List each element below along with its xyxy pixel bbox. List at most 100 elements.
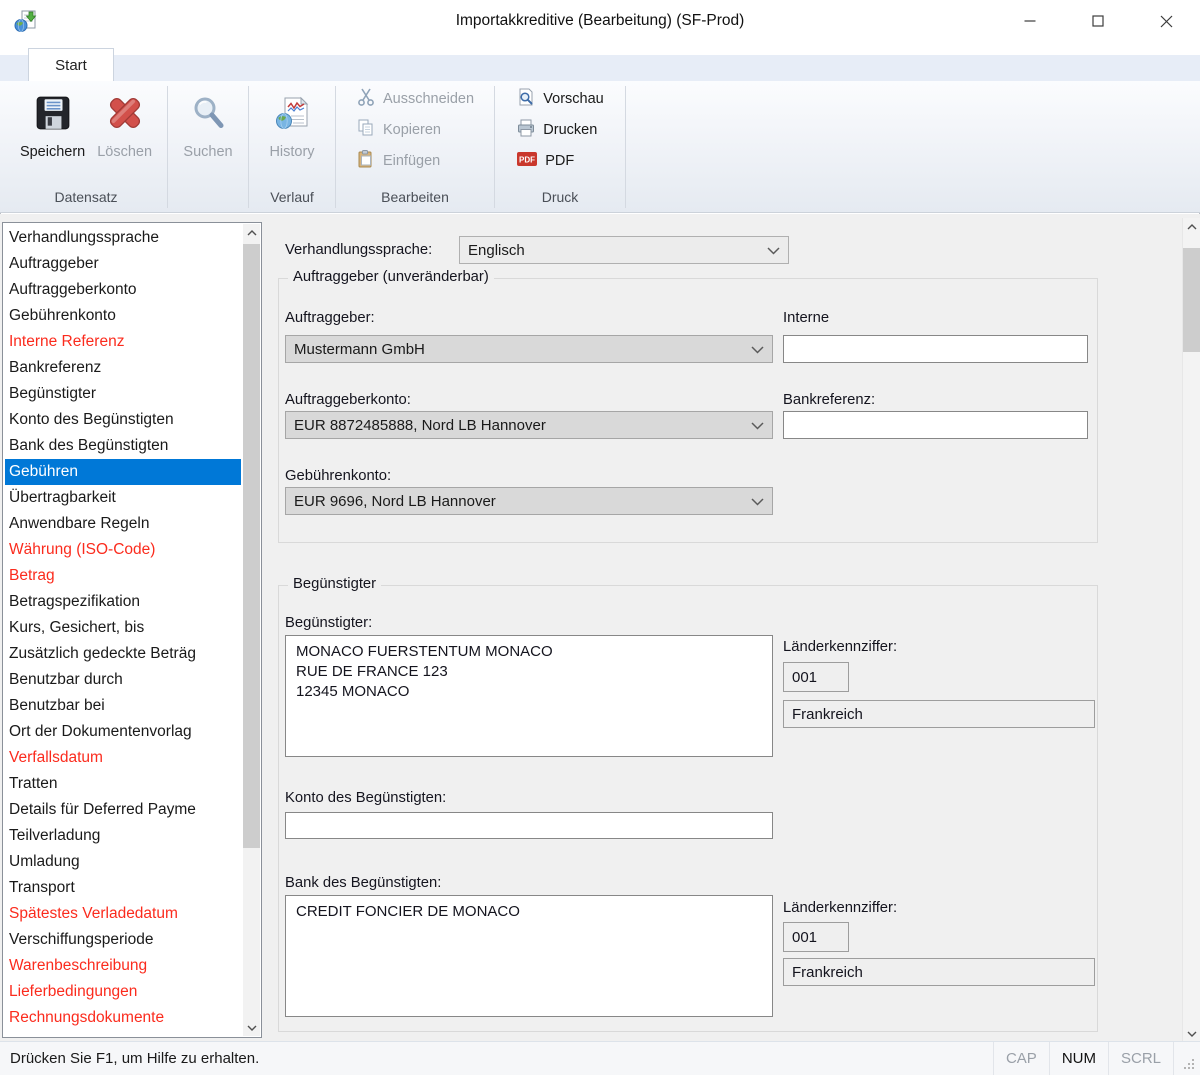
sidebar-item[interactable]: Bankreferenz bbox=[5, 355, 241, 381]
sidebar-item[interactable]: Lieferbedingungen bbox=[5, 979, 241, 1005]
sidebar-item[interactable]: Auftraggeber bbox=[5, 251, 241, 277]
ribbon-group-datensatz: Speichern Löschen Dat bbox=[8, 81, 164, 212]
loeschen-label: Löschen bbox=[97, 144, 152, 160]
title-bar: Importakkreditive (Bearbeitung) (SF-Prod… bbox=[0, 0, 1200, 42]
gebuehrenkonto-value: EUR 9696, Nord LB Hannover bbox=[294, 493, 496, 510]
interne-input[interactable] bbox=[783, 335, 1088, 363]
sidebar-scrollbar-thumb[interactable] bbox=[243, 244, 260, 848]
drucken-label: Drucken bbox=[543, 122, 597, 138]
laenderkennziffer-country-field: Frankreich bbox=[783, 958, 1095, 986]
ribbon-separator bbox=[625, 86, 626, 208]
sidebar-item[interactable]: Interne Referenz bbox=[5, 329, 241, 355]
drucken-button[interactable]: Drucken bbox=[510, 114, 603, 145]
konto-des-beguenstigten-input[interactable] bbox=[285, 812, 773, 839]
pdf-icon: PDF bbox=[516, 150, 538, 172]
sidebar-item[interactable]: Transport bbox=[5, 875, 241, 901]
sidebar-item-selected[interactable]: Gebühren bbox=[5, 459, 241, 485]
scroll-up-icon[interactable] bbox=[1183, 218, 1200, 235]
sidebar-item[interactable]: Auftraggeberkonto bbox=[5, 277, 241, 303]
scroll-down-icon[interactable] bbox=[1183, 1025, 1200, 1042]
chevron-down-icon bbox=[751, 346, 764, 354]
content-scrollbar[interactable] bbox=[1182, 218, 1200, 1042]
window-controls bbox=[996, 0, 1200, 42]
sidebar-item[interactable]: Konto des Begünstigten bbox=[5, 407, 241, 433]
auftraggeber-value: Mustermann GmbH bbox=[294, 341, 425, 358]
chevron-down-icon bbox=[751, 498, 764, 506]
sidebar-item[interactable]: Verschiffungsperiode bbox=[5, 927, 241, 953]
speichern-button[interactable]: Speichern bbox=[14, 83, 91, 160]
auftraggeber-group-title: Auftraggeber (unveränderbar) bbox=[288, 269, 494, 285]
pdf-button[interactable]: PDF PDF bbox=[510, 145, 580, 176]
sidebar-item[interactable]: Betragspezifikation bbox=[5, 589, 241, 615]
bank-des-beguenstigten-label: Bank des Begünstigten: bbox=[285, 875, 441, 891]
kopieren-label: Kopieren bbox=[383, 122, 441, 138]
sidebar-item[interactable]: Umladung bbox=[5, 849, 241, 875]
sidebar-item[interactable]: Währung (ISO-Code) bbox=[5, 537, 241, 563]
sidebar-item[interactable]: Details für Deferred Payme bbox=[5, 797, 241, 823]
sidebar-item[interactable]: Betrag bbox=[5, 563, 241, 589]
tab-start[interactable]: Start bbox=[28, 48, 114, 82]
konto-des-beguenstigten-label: Konto des Begünstigten: bbox=[285, 790, 446, 806]
interne-label: Interne bbox=[783, 310, 829, 326]
close-button[interactable] bbox=[1132, 0, 1200, 42]
resize-grip[interactable] bbox=[1184, 1059, 1196, 1071]
sidebar-item[interactable]: Begünstigter bbox=[5, 381, 241, 407]
suchen-label: Suchen bbox=[183, 144, 232, 160]
sidebar-item[interactable]: Verfallsdatum bbox=[5, 745, 241, 771]
sidebar-item[interactable]: Teilverladung bbox=[5, 823, 241, 849]
num-lock-indicator: NUM bbox=[1049, 1042, 1108, 1075]
pdf-label: PDF bbox=[545, 153, 574, 169]
bank-des-beguenstigten-textarea[interactable] bbox=[285, 895, 773, 1017]
sidebar-item[interactable]: Spätestes Verladedatum bbox=[5, 901, 241, 927]
scroll-down-icon[interactable] bbox=[243, 1019, 260, 1036]
sidebar-item[interactable]: Tratten bbox=[5, 771, 241, 797]
print-icon bbox=[516, 118, 536, 142]
sidebar-item[interactable]: Benutzbar durch bbox=[5, 667, 241, 693]
ribbon-group-verlauf: History Verlauf bbox=[252, 81, 332, 212]
status-message: Drücken Sie F1, um Hilfe zu erhalten. bbox=[10, 1042, 259, 1075]
minimize-button[interactable] bbox=[996, 0, 1064, 42]
einfuegen-label: Einfügen bbox=[383, 153, 440, 169]
search-icon bbox=[190, 91, 226, 135]
sidebar-item[interactable]: Ort der Dokumentenvorlag bbox=[5, 719, 241, 745]
maximize-button[interactable] bbox=[1064, 0, 1132, 42]
main-area: Verhandlungssprache Auftraggeber Auftrag… bbox=[0, 214, 1200, 1042]
vorschau-button[interactable]: Vorschau bbox=[510, 83, 609, 114]
bankreferenz-input[interactable] bbox=[783, 411, 1088, 439]
sidebar-item[interactable]: Gebührenkonto bbox=[5, 303, 241, 329]
sidebar-item[interactable]: Rechnungsdokumente bbox=[5, 1005, 241, 1031]
verhandlungssprache-dropdown[interactable]: Englisch bbox=[459, 236, 789, 264]
bankreferenz-label: Bankreferenz: bbox=[783, 392, 875, 408]
app-window: Importakkreditive (Bearbeitung) (SF-Prod… bbox=[0, 0, 1200, 1075]
loeschen-button: Löschen bbox=[91, 83, 158, 160]
history-button: History bbox=[263, 83, 320, 160]
sidebar-item[interactable]: Anwendbare Regeln bbox=[5, 511, 241, 537]
ribbon-separator bbox=[335, 86, 336, 208]
save-icon bbox=[34, 91, 72, 135]
sidebar-item[interactable]: Übertragbarkeit bbox=[5, 485, 241, 511]
sidebar-item[interactable]: Kurs, Gesichert, bis bbox=[5, 615, 241, 641]
sidebar-scrollbar[interactable] bbox=[243, 224, 260, 1036]
sidebar-item[interactable]: Zusätzlich gedeckte Beträg bbox=[5, 641, 241, 667]
auftraggeber-dropdown: Mustermann GmbH bbox=[285, 335, 773, 363]
ribbon-group-suchen: Suchen bbox=[171, 81, 245, 212]
section-list-items: Verhandlungssprache Auftraggeber Auftrag… bbox=[5, 225, 241, 1037]
keyboard-indicators: CAP NUM SCRL bbox=[993, 1042, 1174, 1075]
beguenstigter-textarea[interactable] bbox=[285, 635, 773, 757]
ribbon-separator bbox=[248, 86, 249, 208]
history-label: History bbox=[269, 144, 314, 160]
vorschau-label: Vorschau bbox=[543, 91, 603, 107]
auftraggeberkonto-label: Auftraggeberkonto: bbox=[285, 392, 411, 408]
sidebar-item[interactable]: Warenbeschreibung bbox=[5, 953, 241, 979]
sidebar-item[interactable]: Verhandlungssprache bbox=[5, 225, 241, 251]
sidebar-item[interactable]: Bank des Begünstigten bbox=[5, 433, 241, 459]
auftraggeberkonto-value: EUR 8872485888, Nord LB Hannover bbox=[294, 417, 546, 434]
group-label-druck: Druck bbox=[500, 186, 620, 210]
cut-icon bbox=[356, 87, 376, 111]
section-list: Verhandlungssprache Auftraggeber Auftrag… bbox=[2, 222, 262, 1038]
gebuehrenkonto-dropdown: EUR 9696, Nord LB Hannover bbox=[285, 487, 773, 515]
ausschneiden-label: Ausschneiden bbox=[383, 91, 474, 107]
sidebar-item[interactable]: Benutzbar bei bbox=[5, 693, 241, 719]
content-scrollbar-thumb[interactable] bbox=[1183, 248, 1200, 352]
scroll-up-icon[interactable] bbox=[243, 224, 260, 241]
